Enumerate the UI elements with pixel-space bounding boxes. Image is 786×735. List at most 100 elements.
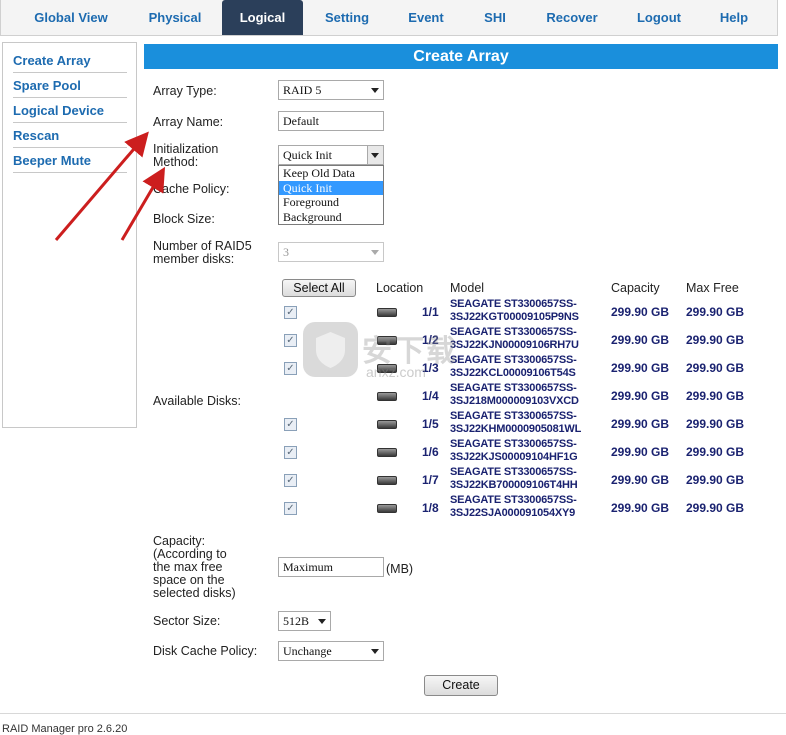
- sidebar-item-create-array[interactable]: Create Array: [13, 49, 127, 73]
- disk-checkbox[interactable]: ✓: [284, 502, 297, 515]
- table-row: ✓ 1/5 SEAGATE ST3300657SS- 3SJ22KHM000090…: [0, 410, 786, 438]
- option-foreground[interactable]: Foreground: [279, 195, 383, 209]
- capacity-input[interactable]: Maximum: [278, 557, 384, 577]
- disk-model: SEAGATE ST3300657SS- 3SJ22KHM0000905081WL: [450, 410, 582, 435]
- hard-disk-icon: [377, 392, 397, 401]
- option-quick-init[interactable]: Quick Init: [279, 181, 383, 195]
- disk-max-free: 299.90 GB: [686, 305, 745, 319]
- capacity-unit: (MB): [386, 562, 414, 576]
- chevron-down-icon: [371, 88, 379, 93]
- array-type-select[interactable]: RAID 5: [278, 80, 384, 100]
- chevron-down-icon: [318, 619, 326, 624]
- watermark-subtext: anxz.com: [366, 364, 426, 380]
- hard-disk-icon: [377, 308, 397, 317]
- tab-help[interactable]: Help: [712, 0, 756, 35]
- disk-capacity: 299.90 GB: [611, 473, 670, 487]
- disk-model: SEAGATE ST3300657SS- 3SJ22KCL00009106T54S: [450, 354, 577, 379]
- column-header-location: Location: [376, 281, 424, 295]
- sidebar-item-beeper-mute[interactable]: Beeper Mute: [13, 149, 127, 173]
- sidebar-item-rescan[interactable]: Rescan: [13, 124, 127, 148]
- array-type-label: Array Type:: [153, 84, 217, 98]
- tab-recover[interactable]: Recover: [537, 0, 607, 35]
- member-disks-value: 3: [283, 245, 289, 259]
- chevron-down-icon: [371, 649, 379, 654]
- member-disks-select[interactable]: 3: [278, 242, 384, 262]
- disk-max-free: 299.90 GB: [686, 417, 745, 431]
- disk-cache-policy-select[interactable]: Unchange: [278, 641, 384, 661]
- tab-shi[interactable]: SHI: [474, 0, 516, 35]
- dropdown-button[interactable]: [367, 146, 383, 164]
- disk-location: 1/4: [422, 389, 439, 403]
- disk-cache-policy-value: Unchange: [283, 644, 332, 658]
- disk-cache-policy-label: Disk Cache Policy:: [153, 644, 258, 658]
- option-keep-old-data[interactable]: Keep Old Data: [279, 166, 383, 180]
- disk-checkbox[interactable]: ✓: [284, 362, 297, 375]
- page-title: Create Array: [144, 44, 778, 69]
- disk-checkbox[interactable]: ✓: [284, 474, 297, 487]
- column-header-capacity: Capacity: [611, 281, 660, 295]
- select-all-button[interactable]: Select All: [282, 279, 356, 297]
- tab-setting[interactable]: Setting: [313, 0, 381, 35]
- disk-checkbox[interactable]: ✓: [284, 334, 297, 347]
- array-type-value: RAID 5: [283, 83, 322, 97]
- table-row: ✓ 1/7 SEAGATE ST3300657SS- 3SJ22KB7000091…: [0, 466, 786, 494]
- hard-disk-icon: [377, 448, 397, 457]
- init-method-label: Initialization Method:: [153, 143, 218, 169]
- disk-max-free: 299.90 GB: [686, 501, 745, 515]
- hard-disk-icon: [377, 476, 397, 485]
- disk-location: 1/6: [422, 445, 439, 459]
- disk-capacity: 299.90 GB: [611, 361, 670, 375]
- disk-max-free: 299.90 GB: [686, 361, 745, 375]
- create-button[interactable]: Create: [424, 675, 498, 696]
- tab-logout[interactable]: Logout: [629, 0, 689, 35]
- init-method-dropdown: Keep Old Data Quick Init Foreground Back…: [278, 165, 384, 225]
- sidebar-item-spare-pool[interactable]: Spare Pool: [13, 74, 127, 98]
- tab-global-view[interactable]: Global View: [19, 0, 123, 35]
- disk-model: SEAGATE ST3300657SS- 3SJ22KJN00009106RH7U: [450, 326, 579, 351]
- disk-capacity: 299.90 GB: [611, 333, 670, 347]
- init-method-select[interactable]: Quick Init: [278, 145, 384, 165]
- array-name-input[interactable]: Default: [278, 111, 384, 131]
- chevron-down-icon: [371, 153, 379, 158]
- disk-checkbox[interactable]: ✓: [284, 306, 297, 319]
- disk-location: 1/5: [422, 417, 439, 431]
- disk-model: SEAGATE ST3300657SS- 3SJ22SJA000091054XY9: [450, 494, 577, 519]
- disk-location: 1/1: [422, 305, 439, 319]
- disk-capacity: 299.90 GB: [611, 445, 670, 459]
- table-row: 1/4 SEAGATE ST3300657SS- 3SJ218M000009103…: [0, 382, 786, 410]
- tab-event[interactable]: Event: [399, 0, 453, 35]
- disk-model: SEAGATE ST3300657SS- 3SJ22KGT00009105P9NS: [450, 298, 579, 323]
- disk-checkbox[interactable]: ✓: [284, 418, 297, 431]
- block-size-label: Block Size:: [153, 212, 215, 226]
- member-disks-label: Number of RAID5 member disks:: [153, 240, 252, 266]
- disk-max-free: 299.90 GB: [686, 333, 745, 347]
- disk-capacity: 299.90 GB: [611, 417, 670, 431]
- column-header-model: Model: [450, 281, 485, 295]
- capacity-label: Capacity: (According to the max free spa…: [153, 534, 236, 600]
- cache-policy-label: Cache Policy:: [153, 182, 230, 196]
- disk-checkbox[interactable]: ✓: [284, 446, 297, 459]
- sidebar-item-logical-device[interactable]: Logical Device: [13, 99, 127, 123]
- hard-disk-icon: [377, 504, 397, 513]
- chevron-down-icon: [371, 250, 379, 255]
- option-background[interactable]: Background: [279, 210, 383, 224]
- disk-capacity: 299.90 GB: [611, 305, 670, 319]
- disk-max-free: 299.90 GB: [686, 445, 745, 459]
- table-row: ✓ 1/6 SEAGATE ST3300657SS- 3SJ22KJS000091…: [0, 438, 786, 466]
- top-nav: Global View Physical Logical Setting Eve…: [0, 0, 778, 36]
- tab-physical[interactable]: Physical: [136, 0, 214, 35]
- sector-size-select[interactable]: 512B: [278, 611, 331, 631]
- column-header-max-free: Max Free: [686, 281, 739, 295]
- table-row: ✓ 1/1 SEAGATE ST3300657SS- 3SJ22KGT000091…: [0, 298, 786, 326]
- disk-model: SEAGATE ST3300657SS- 3SJ22KB700009106T4HH: [450, 466, 578, 491]
- tab-logical[interactable]: Logical: [222, 0, 303, 35]
- init-method-value: Quick Init: [283, 148, 332, 162]
- init-method-label-line2: Method:: [153, 155, 199, 169]
- disk-model: SEAGATE ST3300657SS- 3SJ22KJS00009104HF1G: [450, 438, 578, 463]
- disk-capacity: 299.90 GB: [611, 501, 670, 515]
- table-row: ✓ 1/8 SEAGATE ST3300657SS- 3SJ22SJA000091…: [0, 494, 786, 522]
- sector-size-value: 512B: [283, 614, 310, 628]
- hard-disk-icon: [377, 420, 397, 429]
- array-name-label: Array Name:: [153, 115, 224, 129]
- sector-size-label: Sector Size:: [153, 614, 221, 628]
